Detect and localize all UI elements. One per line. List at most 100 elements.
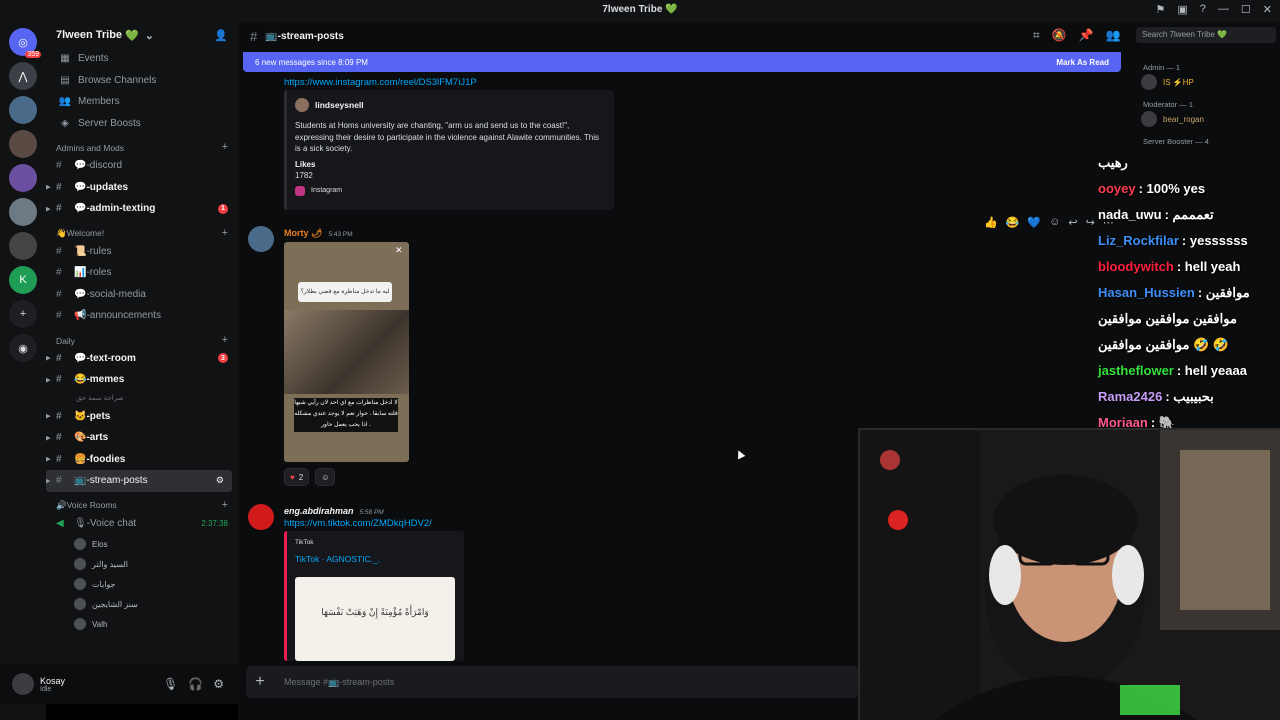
channel-label: 📊-roles: [74, 267, 112, 279]
reply-icon[interactable]: ↩: [1068, 216, 1077, 229]
channel-stream-posts[interactable]: ▶ # 📺-stream-posts ⚙: [46, 470, 232, 492]
embed-provider: Instagram: [311, 187, 343, 194]
maximize-icon[interactable]: ☐: [1241, 3, 1251, 16]
message-time: 5:58 PM: [359, 509, 384, 516]
channel-roles[interactable]: # 📊-roles: [46, 262, 238, 284]
channel-label: 🐱-pets: [74, 410, 111, 422]
direct-messages-button[interactable]: ◎ 359: [9, 28, 41, 58]
voice-member[interactable]: Elos: [46, 534, 238, 554]
channel-admin-texting[interactable]: ▶ # 💬-admin-texting 1: [46, 198, 238, 220]
attached-image[interactable]: ✕ ليه ما تدخل مناظرة مع قصي بطلار؟ لا اد…: [284, 242, 409, 462]
screen-icon[interactable]: ▣: [1177, 3, 1187, 16]
add-channel-icon[interactable]: +: [222, 334, 228, 346]
member-list-icon[interactable]: 👥: [1106, 28, 1121, 43]
blue-heart-icon[interactable]: 💙: [1027, 216, 1041, 229]
forward-icon[interactable]: ↪: [1086, 216, 1095, 229]
guild-header[interactable]: 7lween Tribe 💚 ⌄ 👤: [46, 22, 238, 48]
pin-icon[interactable]: 📌: [1079, 28, 1094, 43]
message-author[interactable]: eng.abdirahman 5:58 PM: [284, 506, 384, 516]
channel-arts[interactable]: ▶ # 🎨-arts: [46, 427, 238, 449]
minimize-icon[interactable]: —: [1218, 3, 1229, 16]
server-rail: ◎ 359 ⋀ K + ◉: [0, 22, 46, 720]
channel-foodies[interactable]: ▶ # 🍔-foodies: [46, 449, 238, 471]
avatar[interactable]: [248, 226, 274, 252]
stream-chat-overlay: رهيب ooyey: 100% yes nada_uwu: تعمممم Liz_R…: [1098, 150, 1280, 462]
voice-member[interactable]: سنز الشايجين: [46, 594, 238, 614]
threads-icon[interactable]: ⌗: [1033, 28, 1040, 43]
headphones-icon[interactable]: 🎧: [188, 677, 203, 691]
channel-announcements[interactable]: # 📢-announcements: [46, 305, 238, 327]
category-voice-rooms[interactable]: 🔊Voice Rooms +: [46, 492, 238, 513]
server-icon[interactable]: [9, 198, 37, 226]
add-reaction-button[interactable]: ☺: [315, 468, 336, 486]
embed-title[interactable]: TikTok · AGNOSTIC._.: [295, 554, 456, 564]
help-icon[interactable]: ?: [1200, 3, 1206, 16]
server-7lween-tribe[interactable]: ⋀: [9, 62, 37, 90]
thumbs-up-icon[interactable]: 👍: [984, 216, 998, 229]
category-welcome[interactable]: 👋Welcome! +: [46, 220, 238, 241]
channel-text-room[interactable]: ▶ # 💬-text-room 3: [46, 348, 238, 370]
avatar[interactable]: [248, 504, 274, 530]
invite-icon[interactable]: 👤: [214, 29, 228, 42]
inbox-icon[interactable]: ⚑: [1156, 3, 1166, 16]
chat-text: موافقين موافقين 🤣 🤣: [1098, 337, 1230, 352]
member-item[interactable]: bear_rogan: [1141, 109, 1280, 129]
gear-icon[interactable]: ⚙: [213, 677, 224, 691]
reaction-heart[interactable]: ♥ 2: [284, 468, 310, 486]
chat-line: موافقين موافقين موافقين: [1098, 306, 1280, 332]
embed-author[interactable]: lindseysnell: [315, 100, 364, 110]
chevron-right-icon: ▶: [46, 376, 51, 384]
category-admins[interactable]: Admins and Mods +: [46, 134, 238, 155]
settings-icon[interactable]: ⚙: [216, 475, 224, 486]
server-icon[interactable]: K: [9, 266, 37, 294]
add-channel-icon[interactable]: +: [222, 141, 228, 153]
add-channel-icon[interactable]: +: [222, 499, 228, 511]
instagram-icon: [295, 185, 305, 196]
member-item[interactable]: IS ⚡HP: [1141, 72, 1280, 92]
mute-icon[interactable]: 🔕: [1052, 28, 1067, 43]
close-icon[interactable]: ✕: [1263, 3, 1272, 16]
new-messages-bar[interactable]: 6 new messages since 8:09 PM Mark As Rea…: [243, 52, 1121, 72]
search-input[interactable]: Search 7lween Tribe 💚: [1136, 27, 1276, 43]
nav-members[interactable]: 👥 Members: [46, 91, 238, 113]
server-icon[interactable]: [9, 130, 37, 158]
nav-events[interactable]: ▦ Events: [46, 48, 238, 70]
discover-icon[interactable]: ◉: [9, 334, 37, 362]
voice-member[interactable]: السيد والتر: [46, 554, 238, 574]
add-server-icon[interactable]: +: [9, 300, 37, 328]
add-attachment-icon[interactable]: +: [246, 673, 274, 691]
message-link[interactable]: https://www.instagram.com/reel/DS3lFM7iJ…: [284, 77, 477, 88]
voice-channel[interactable]: ◀ 🎙-Voice chat 2:37:38: [46, 513, 238, 535]
embed-field-label: Likes: [295, 159, 316, 169]
server-icon[interactable]: [9, 96, 37, 124]
message-link[interactable]: https://vm.tiktok.com/ZMDkqHDV2/: [284, 518, 432, 529]
add-reaction-icon[interactable]: ☺: [1049, 216, 1060, 229]
voice-member[interactable]: جوابات: [46, 574, 238, 594]
channel-rules[interactable]: # 📜-rules: [46, 241, 238, 263]
window-titlebar: 7lween Tribe 💚 ⚑ ▣ ? — ☐ ✕: [0, 0, 1280, 22]
channel-updates[interactable]: ▶ # 💬-updates: [46, 177, 238, 199]
microphone-icon[interactable]: 🎙: [163, 677, 178, 691]
channel-pets[interactable]: ▶ # 🐱-pets: [46, 406, 238, 428]
server-icon[interactable]: [9, 232, 37, 260]
thread-preview[interactable]: صراحة سمة حق: [46, 391, 238, 406]
nav-browse-channels[interactable]: ▤ Browse Channels: [46, 70, 238, 92]
boost-icon: ◈: [61, 117, 69, 129]
avatar[interactable]: [12, 673, 34, 695]
browse-icon: ▤: [60, 74, 70, 86]
message-composer[interactable]: + Message #📺-stream-posts: [246, 666, 858, 698]
channel-discord[interactable]: # 💬-discord: [46, 155, 238, 177]
channel-memes[interactable]: ▶ # 😂-memes: [46, 369, 238, 391]
voice-member[interactable]: Valh: [46, 614, 238, 634]
message-author[interactable]: Morty 🌶 5:43 PM: [284, 228, 353, 239]
heart-icon: ♥: [290, 472, 295, 482]
embed-thumbnail[interactable]: وَامْرَأَةً مُؤْمِنَةً إِنْ وَهَبَتْ نَف…: [295, 577, 455, 661]
channel-social-media[interactable]: # 💬-social-media: [46, 284, 238, 306]
nav-label: Browse Channels: [78, 74, 157, 86]
add-channel-icon[interactable]: +: [222, 227, 228, 239]
nav-server-boosts[interactable]: ◈ Server Boosts: [46, 113, 238, 135]
server-icon[interactable]: [9, 164, 37, 192]
laugh-emoji-icon[interactable]: 😂: [1006, 216, 1020, 229]
channel-label: 🎙-Voice chat: [74, 517, 137, 529]
category-daily[interactable]: Daily +: [46, 327, 238, 348]
